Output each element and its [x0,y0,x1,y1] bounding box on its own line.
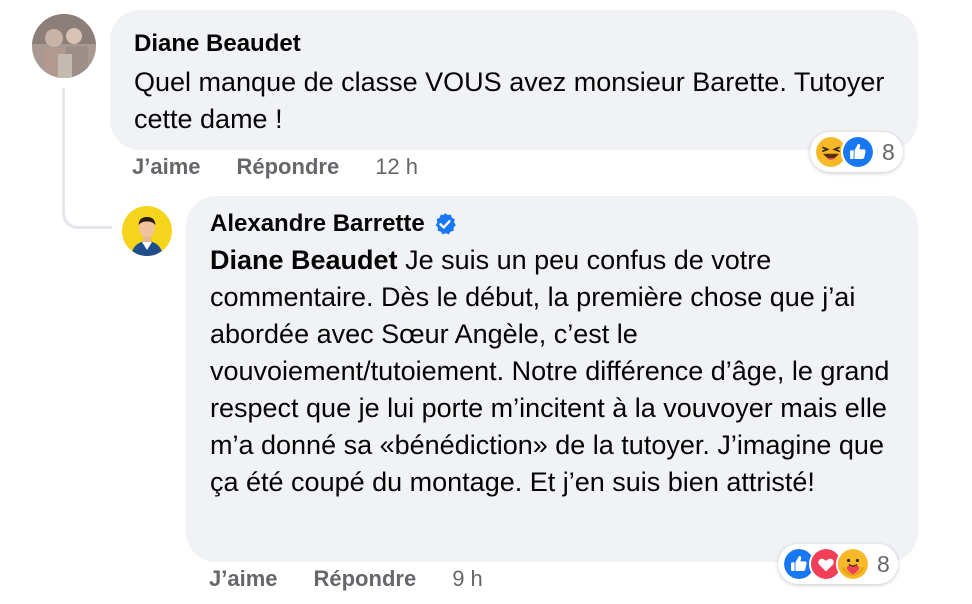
like-icon [841,135,875,169]
comment-bubble-alexandre: Alexandre Barrette Diane Beaudet Je suis… [186,196,918,562]
reaction-summary[interactable]: 8 [778,544,898,584]
comment-author[interactable]: Diane Beaudet [134,28,894,60]
comment-timestamp[interactable]: 9 h [452,566,483,592]
reply-button[interactable]: Répondre [237,154,340,180]
reply-thread-line [62,88,112,229]
comment-text: Quel manque de classe VOUS avez monsieur… [134,67,885,134]
comment-timestamp[interactable]: 12 h [375,154,418,180]
comment-actions: J’aime Répondre 12 h [132,154,418,180]
mention-link[interactable]: Diane Beaudet [210,245,398,275]
reaction-summary[interactable]: 8 [810,132,903,172]
reaction-count: 8 [882,138,895,165]
care-icon [836,547,870,581]
comment-author[interactable]: Alexandre Barrette [210,208,425,240]
reply-body: Je suis un peu confus de votre commentai… [210,245,890,497]
reaction-count: 8 [877,550,890,577]
avatar-alexandre-barrette[interactable] [122,206,172,256]
comment-actions: J’aime Répondre 9 h [209,566,483,592]
comment-text: Diane Beaudet Je suis un peu confus de v… [210,242,894,501]
reply-button[interactable]: Répondre [314,566,417,592]
avatar-diane-beaudet[interactable] [32,14,96,78]
reply-author-row: Alexandre Barrette [210,208,894,240]
like-button[interactable]: J’aime [132,154,201,180]
comment-bubble-diane: Diane Beaudet Quel manque de classe VOUS… [110,10,918,150]
verified-badge-icon [435,213,456,235]
like-button[interactable]: J’aime [209,566,278,592]
